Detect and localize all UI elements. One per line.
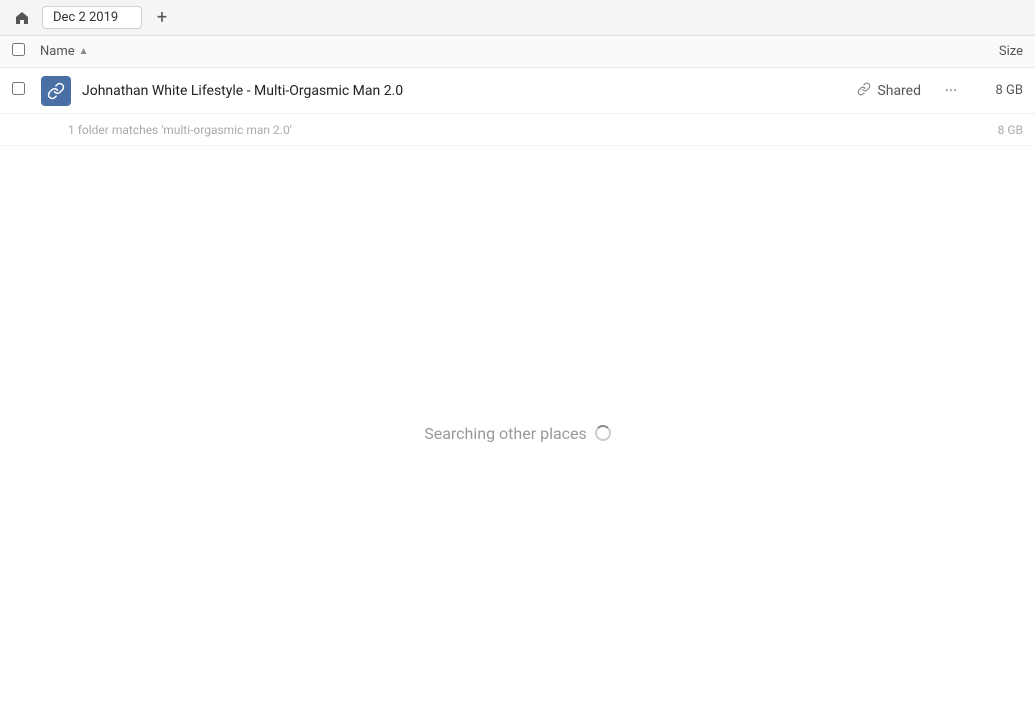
toolbar: Dec 2 2019 +: [0, 0, 1035, 36]
file-list-item[interactable]: Johnathan White Lifestyle - Multi-Orgasm…: [0, 68, 1035, 114]
breadcrumb[interactable]: Dec 2 2019: [42, 6, 142, 29]
file-name: Johnathan White Lifestyle - Multi-Orgasm…: [82, 83, 857, 99]
home-button[interactable]: [8, 4, 36, 32]
more-icon: ···: [945, 81, 958, 100]
file-shared-area: Shared: [857, 82, 921, 100]
searching-status: Searching other places: [424, 424, 611, 443]
size-column-header: Size: [963, 44, 1023, 59]
file-checkbox[interactable]: [12, 82, 32, 99]
name-column-label: Name: [40, 44, 75, 59]
file-type-icon: [41, 76, 71, 106]
add-button[interactable]: +: [148, 4, 176, 32]
select-all-checkbox[interactable]: [12, 43, 32, 60]
more-options-button[interactable]: ···: [937, 77, 965, 105]
column-header: Name ▲ Size: [0, 36, 1035, 68]
summary-size: 8 GB: [973, 123, 1023, 137]
content-area: Searching other places: [0, 146, 1035, 720]
shared-label: Shared: [877, 83, 921, 99]
select-all-input[interactable]: [12, 43, 25, 56]
sort-icon: ▲: [79, 46, 89, 57]
file-icon: [40, 75, 72, 107]
summary-row: 1 folder matches 'multi-orgasmic man 2.0…: [0, 114, 1035, 146]
file-size: 8 GB: [973, 83, 1023, 98]
name-column-header[interactable]: Name ▲: [40, 44, 963, 59]
loading-spinner: [595, 425, 611, 441]
file-checkbox-input[interactable]: [12, 82, 25, 95]
summary-text: 1 folder matches 'multi-orgasmic man 2.0…: [68, 123, 973, 137]
searching-label: Searching other places: [424, 424, 587, 443]
link-icon: [857, 82, 871, 100]
